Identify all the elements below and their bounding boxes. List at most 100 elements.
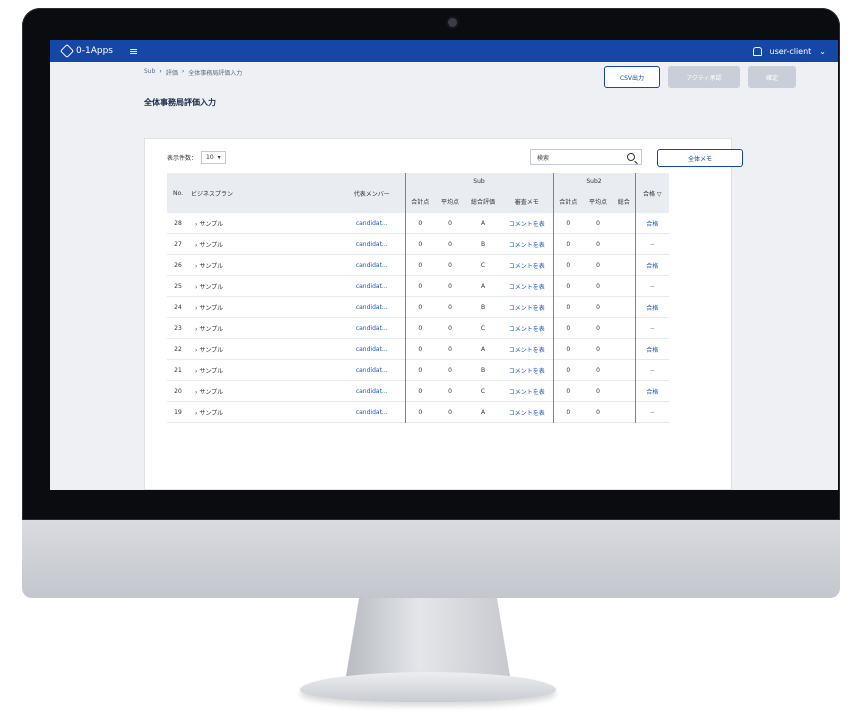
csv-export-button[interactable]: CSV出力 [604,66,660,88]
row-no: 21 [174,366,182,374]
row-overall-grade: A [480,345,486,353]
table-row: 25 › サンプル candidat... 0 0 A コメントを表 0 0− [167,275,669,297]
row-total-2: 0 [552,317,583,339]
row-business-plan[interactable]: › サンプル [189,276,339,297]
row-business-plan[interactable]: › サンプル [189,234,339,255]
row-total-2: 0 [552,275,583,297]
table-row: 24 › サンプル candidat... 0 0 B コメントを表 0 0 合格 [167,296,669,318]
row-member-link[interactable]: candidat... [339,213,405,234]
row-total-2: 0 [552,338,583,360]
row-overall-2 [613,359,636,381]
row-status[interactable]: 合格 [635,255,669,276]
row-status[interactable]: 合格 [635,381,669,402]
row-status[interactable]: − [635,402,669,423]
filter-icon[interactable]: ▽ [657,191,662,198]
row-business-plan[interactable]: › サンプル [189,402,339,423]
table-row: 23 › サンプル candidat... 0 0 C コメントを表 0 0− [167,317,669,339]
col-total-1: 合計点 [404,189,435,213]
row-total-1: 0 [404,213,435,234]
row-average-2: 0 [596,345,600,353]
row-status[interactable]: 合格 [635,339,669,360]
row-overall-grade: A [480,408,486,416]
per-page-label: 表示件数： [167,155,198,162]
search-icon[interactable] [627,153,635,161]
row-total-2: 0 [552,296,583,318]
evaluation-card: 表示件数： 10 ▾ 検索 全体メモ No. ビジネスプラン 代表メンバー Su… [144,138,743,490]
bell-icon[interactable] [752,46,762,56]
row-business-plan[interactable]: › サンプル [189,297,339,318]
row-memo-link[interactable]: コメントを表 [501,381,553,402]
row-overall-2 [613,338,636,360]
group-header-sub2: Sub2 [552,173,636,189]
row-status[interactable]: − [635,234,669,255]
row-member-link[interactable]: candidat... [339,381,405,402]
row-no: 19 [174,408,182,416]
row-business-plan[interactable]: › サンプル [189,360,339,381]
row-business-plan[interactable]: › サンプル [189,381,339,402]
row-memo-link[interactable]: コメントを表 [501,297,553,318]
row-total-1: 0 [404,254,435,276]
search-input[interactable]: 検索 [530,149,642,165]
row-member-link[interactable]: candidat... [339,318,405,339]
row-business-plan[interactable]: › サンプル [189,318,339,339]
row-overall-grade: B [480,303,486,311]
confirm-button[interactable]: 確定 [748,66,796,88]
row-memo-link[interactable]: コメントを表 [501,255,553,276]
app-logo[interactable]: 0-1Apps [59,43,113,59]
row-overall-grade: A [480,282,486,290]
row-no: 20 [174,387,182,395]
row-business-plan[interactable]: › サンプル [189,213,339,234]
row-status[interactable]: 合格 [635,297,669,318]
row-total-1: 0 [404,401,435,423]
user-menu[interactable]: user-client [770,47,812,56]
row-status[interactable]: − [635,360,669,381]
row-average-1: 0 [448,366,452,374]
row-status[interactable]: − [635,276,669,297]
breadcrumb-item[interactable]: Sub [144,68,155,77]
chevron-down-icon[interactable]: ⌄ [819,47,826,56]
row-member-link[interactable]: candidat... [339,339,405,360]
hamburger-menu-icon[interactable]: ≡ [129,46,138,57]
row-member-link[interactable]: candidat... [339,402,405,423]
monitor-stand [346,598,510,676]
group-header-sub: Sub [404,173,553,189]
row-average-2: 0 [596,261,600,269]
row-memo-link[interactable]: コメントを表 [501,276,553,297]
logo-icon [59,43,75,59]
page-title: 全体事務局評価入力 [144,98,216,107]
row-member-link[interactable]: candidat... [339,234,405,255]
per-page-select[interactable]: 10 ▾ [201,151,226,164]
app-name: 0-1Apps [76,46,113,56]
row-member-link[interactable]: candidat... [339,255,405,276]
col-status-label: 合格 [642,190,655,198]
row-total-1: 0 [404,275,435,297]
breadcrumb-item[interactable]: 評価 [166,68,178,77]
row-average-1: 0 [448,324,452,332]
row-overall-grade: B [480,240,486,248]
row-memo-link[interactable]: コメントを表 [501,339,553,360]
row-business-plan[interactable]: › サンプル [189,255,339,276]
table-row: 26 › サンプル candidat... 0 0 C コメントを表 0 0 合格 [167,254,669,276]
row-memo-link[interactable]: コメントを表 [501,213,553,234]
breadcrumb-separator-icon: › [181,68,185,75]
row-average-1: 0 [448,240,452,248]
row-business-plan[interactable]: › サンプル [189,339,339,360]
row-memo-link[interactable]: コメントを表 [501,402,553,423]
row-no: 22 [174,345,182,353]
breadcrumb-separator-icon: › [159,68,162,75]
col-no: No. [167,173,189,213]
approve-button[interactable]: アクティ承認 [668,66,740,88]
camera-icon [448,18,457,27]
row-memo-link[interactable]: コメントを表 [501,360,553,381]
row-member-link[interactable]: candidat... [339,360,405,381]
row-memo-link[interactable]: コメントを表 [501,318,553,339]
overall-memo-button[interactable]: 全体メモ [657,149,743,167]
row-status[interactable]: − [635,318,669,339]
row-overall-grade: C [480,324,486,332]
row-average-2: 0 [596,303,600,311]
row-average-1: 0 [448,219,452,227]
row-status[interactable]: 合格 [635,213,669,234]
row-memo-link[interactable]: コメントを表 [501,234,553,255]
row-member-link[interactable]: candidat... [339,297,405,318]
row-member-link[interactable]: candidat... [339,276,405,297]
